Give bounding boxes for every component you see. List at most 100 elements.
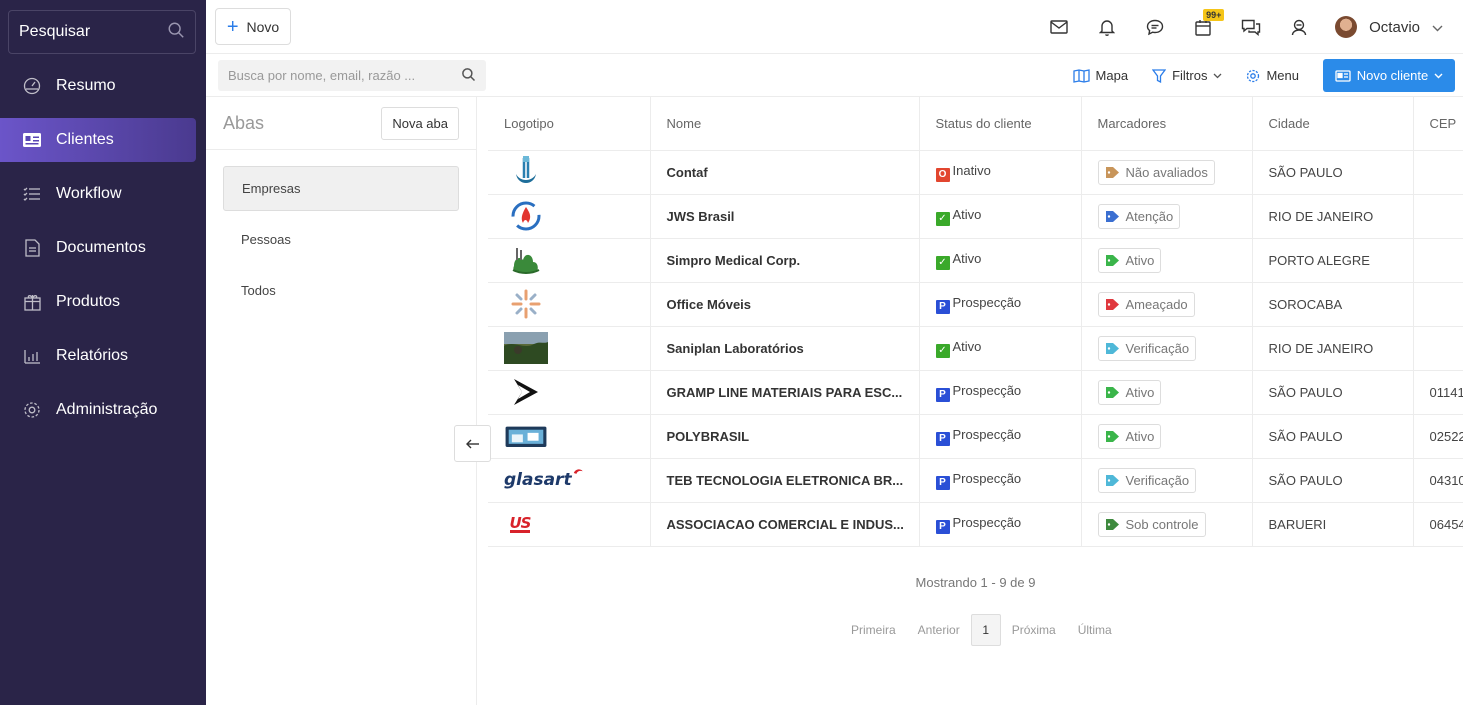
sidebar-item-clientes[interactable]: Clientes [0, 118, 196, 162]
calendar-icon[interactable]: 99+ [1179, 0, 1227, 54]
city-cell: SÃO PAULO [1252, 150, 1414, 195]
tag-badge[interactable]: Ativo [1097, 423, 1162, 449]
tag-badge[interactable]: Atenção [1097, 203, 1181, 229]
new-button[interactable]: + Novo [215, 8, 291, 45]
first-page-button[interactable]: Primeira [851, 623, 896, 637]
client-name[interactable]: Simpro Medical Corp. [650, 238, 920, 283]
messages-icon[interactable] [1227, 0, 1275, 54]
current-page-button[interactable]: 1 [970, 614, 1001, 646]
column-header[interactable]: Nome [650, 97, 920, 151]
tag-label: Verificação [1125, 340, 1190, 356]
sidebar-item-label: Administração [56, 401, 158, 418]
status-cell: P Prospecção [919, 282, 1082, 327]
table-row[interactable]: Contaf O Inativo Não avaliados SÃO PAULO [488, 150, 1463, 195]
table-row[interactable]: JWS Brasil ✓ Ativo Atenção RIO DE JANEIRO [488, 194, 1463, 239]
bell-icon[interactable] [1083, 0, 1131, 54]
column-header[interactable]: Marcadores [1081, 97, 1253, 151]
tag-cell: Verificação [1081, 458, 1253, 503]
company-logo [504, 420, 548, 452]
company-logo [504, 288, 548, 320]
tag-badge[interactable]: Verificação [1097, 467, 1197, 493]
client-name[interactable]: ASSOCIACAO COMERCIAL E INDUS... [650, 502, 920, 547]
column-header[interactable]: Status do cliente [919, 97, 1082, 151]
status-label: Ativo [952, 338, 982, 354]
client-name[interactable]: Office Móveis [650, 282, 920, 327]
table-row[interactable]: US ASSOCIACAO COMERCIAL E INDUS... P Prospe… [488, 502, 1463, 547]
filter-icon [1152, 68, 1167, 83]
company-logo [504, 244, 548, 276]
tab-pessoas[interactable]: Pessoas [223, 217, 459, 262]
filters-button[interactable]: Filtros [1152, 68, 1222, 83]
cep-cell [1413, 238, 1463, 283]
tag-badge[interactable]: Não avaliados [1097, 159, 1215, 185]
company-logo: glasart [504, 464, 584, 496]
client-name[interactable]: JWS Brasil [650, 194, 920, 239]
tag-badge[interactable]: Verificação [1097, 335, 1197, 361]
column-header[interactable]: Cidade [1252, 97, 1414, 151]
search-icon[interactable] [461, 67, 476, 85]
next-page-button[interactable]: Próxima [1012, 623, 1056, 637]
search-icon[interactable] [167, 21, 185, 44]
table-row[interactable]: GRAMP LINE MATERIAIS PARA ESC... P Prospec… [488, 370, 1463, 415]
mail-icon[interactable] [1035, 0, 1083, 54]
sidebar-item-administracao[interactable]: Administração [0, 388, 206, 432]
new-tab-button[interactable]: Nova aba [381, 106, 459, 140]
status-cell: P Prospecção [919, 370, 1082, 415]
tag-label: Atenção [1125, 208, 1174, 224]
tag-badge[interactable]: Sob controle [1097, 511, 1206, 537]
table-body: Contaf O Inativo Não avaliados SÃO PAULO JWS … [488, 150, 1463, 547]
client-name[interactable]: Contaf [650, 150, 920, 195]
chevron-down-icon [1434, 73, 1443, 78]
menu-button[interactable]: Menu [1246, 68, 1299, 83]
support-icon[interactable] [1275, 0, 1323, 54]
status-icon: ✓ [935, 255, 950, 270]
tag-badge[interactable]: Ativo [1097, 379, 1162, 405]
sidebar-item-documentos[interactable]: Documentos [0, 226, 206, 270]
sidebar-search[interactable]: Pesquisar [8, 10, 196, 54]
new-client-button[interactable]: Novo cliente [1323, 59, 1455, 92]
city-cell: SÃO PAULO [1252, 414, 1414, 459]
tab-empresas[interactable]: Empresas [223, 166, 459, 211]
table-row[interactable]: Simpro Medical Corp. ✓ Ativo Ativo PORTO ALE… [488, 238, 1463, 283]
sidebar-item-workflow[interactable]: Workflow [0, 172, 206, 216]
chevron-down-icon [1214, 73, 1222, 78]
chat-icon[interactable] [1131, 0, 1179, 54]
tag-icon [1105, 430, 1119, 442]
sidebar-item-label: Documentos [56, 239, 146, 256]
tag-icon [1105, 386, 1119, 398]
table-row[interactable]: glasart TEB TECNOLOGIA ELETRONICA BR... P P… [488, 458, 1463, 503]
prev-page-button[interactable]: Anterior [918, 623, 960, 637]
tag-icon [1105, 166, 1119, 178]
table-row[interactable]: POLYBRASIL P Prospecção Ativo SÃO PAULO 02522 [488, 414, 1463, 459]
status-cell: ✓ Ativo [919, 238, 1082, 283]
user-name: Octavio [1369, 18, 1420, 36]
client-name[interactable]: TEB TECNOLOGIA ELETRONICA BR... [650, 458, 920, 503]
tag-badge[interactable]: Ameaçado [1097, 291, 1195, 317]
last-page-button[interactable]: Última [1078, 623, 1112, 637]
client-name[interactable]: POLYBRASIL [650, 414, 920, 459]
sidebar-item-label: Resumo [56, 77, 116, 94]
map-button[interactable]: Mapa [1072, 68, 1129, 83]
user-menu[interactable]: Octavio [1323, 16, 1463, 38]
table-row[interactable]: Office Móveis P Prospecção Ameaçado SOROCABA [488, 282, 1463, 327]
new-client-label: Novo cliente [1356, 68, 1429, 83]
tag-badge[interactable]: Ativo [1097, 247, 1162, 273]
map-label: Mapa [1095, 68, 1129, 83]
tab-todos[interactable]: Todos [223, 268, 459, 313]
column-header[interactable]: CEP [1413, 97, 1463, 151]
status-icon: P [935, 387, 950, 402]
client-name[interactable]: Saniplan Laboratórios [650, 326, 920, 371]
table-row[interactable]: Saniplan Laboratórios ✓ Ativo Verificação RI… [488, 326, 1463, 371]
status-label: Prospecção [952, 470, 1022, 486]
collapse-panel-button[interactable] [454, 425, 491, 462]
column-header[interactable]: Logotipo [488, 97, 651, 151]
tag-cell: Ativo [1081, 414, 1253, 459]
sidebar-item-relatorios[interactable]: Relatórios [0, 334, 206, 378]
sidebar-item-produtos[interactable]: Produtos [0, 280, 206, 324]
status-label: Ativo [952, 250, 982, 266]
sidebar-item-resumo[interactable]: Resumo [0, 64, 206, 108]
client-name[interactable]: GRAMP LINE MATERIAIS PARA ESC... [650, 370, 920, 415]
pagination: Primeira Anterior 1 Próxima Última [840, 614, 1123, 646]
client-search-input[interactable] [228, 68, 461, 83]
status-icon: P [935, 475, 950, 490]
